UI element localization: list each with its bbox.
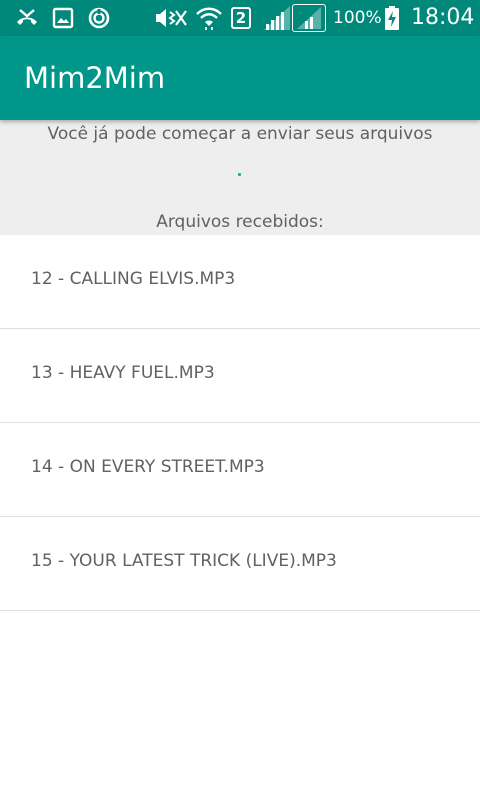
signal-icon (292, 4, 326, 32)
progress-indicator (238, 173, 241, 176)
info-panel: Você já pode começar a enviar seus arqui… (0, 120, 480, 235)
file-name: 15 - YOUR LATEST TRICK (LIVE).MP3 (31, 551, 337, 571)
sim-2-badge: 2 (231, 7, 251, 29)
wifi-icon (195, 4, 223, 32)
battery-percent: 100% (333, 8, 382, 28)
missed-call-icon (14, 4, 40, 32)
list-item[interactable]: 12 - CALLING ELVIS.MP3 (0, 235, 480, 329)
vibrate-icon (154, 4, 188, 32)
file-name: 12 - CALLING ELVIS.MP3 (31, 269, 236, 289)
image-icon (51, 4, 75, 32)
battery-charging-icon (384, 4, 400, 32)
file-name: 14 - ON EVERY STREET.MP3 (31, 457, 265, 477)
info-message: Você já pode começar a enviar seus arqui… (47, 124, 433, 144)
sync-icon (86, 4, 112, 32)
status-clock: 18:04 (411, 5, 475, 30)
received-files-list: 12 - CALLING ELVIS.MP3 13 - HEAVY FUEL.M… (0, 235, 480, 611)
app-bar: Mim2Mim (0, 36, 480, 120)
app-title: Mim2Mim (24, 61, 166, 95)
status-bar: 2 100% 18:04 (0, 0, 480, 36)
list-item[interactable]: 13 - HEAVY FUEL.MP3 (0, 329, 480, 423)
list-item[interactable]: 15 - YOUR LATEST TRICK (LIVE).MP3 (0, 517, 480, 611)
list-item[interactable]: 14 - ON EVERY STREET.MP3 (0, 423, 480, 517)
app-screen: 2 100% 18:04 Mim2Mim Você já pode começa… (0, 0, 480, 800)
received-files-label: Arquivos recebidos: (156, 212, 324, 232)
signal-icon (262, 4, 292, 32)
file-name: 13 - HEAVY FUEL.MP3 (31, 363, 215, 383)
